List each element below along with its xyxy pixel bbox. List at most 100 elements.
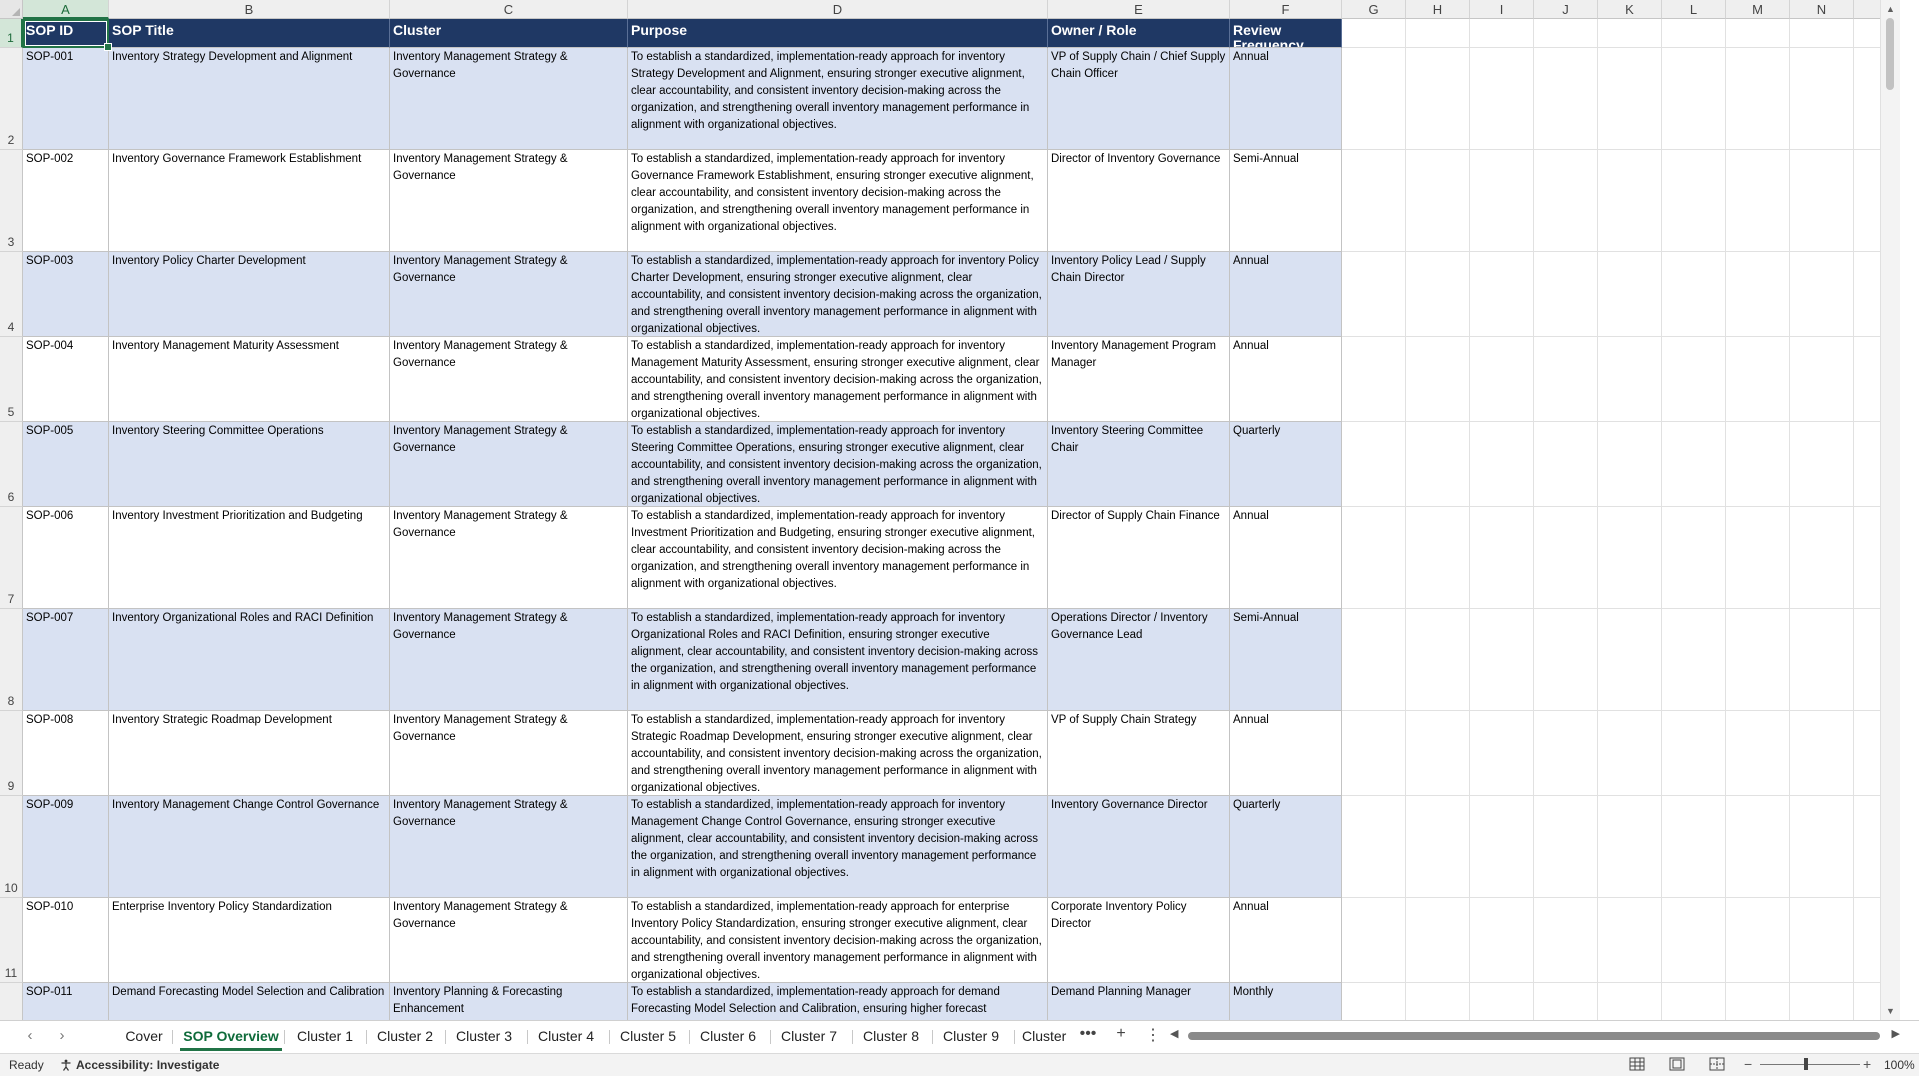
column-header-c[interactable]: C xyxy=(390,0,628,19)
column-header-h[interactable]: H xyxy=(1406,0,1470,19)
empty-cell[interactable] xyxy=(1662,48,1726,150)
empty-cell[interactable] xyxy=(1790,150,1854,252)
empty-cell[interactable] xyxy=(1534,48,1598,150)
table-cell-sop-id[interactable]: SOP-008 xyxy=(23,711,109,796)
empty-cell[interactable] xyxy=(1406,711,1470,796)
sheet-tab-cluster-3[interactable]: Cluster 3 xyxy=(453,1021,515,1051)
empty-cell[interactable] xyxy=(1470,507,1534,609)
empty-cell[interactable] xyxy=(1470,711,1534,796)
accessibility-status[interactable]: Accessibility: Investigate xyxy=(60,1058,219,1072)
row-header-6[interactable]: 6 xyxy=(0,422,23,507)
table-cell-frequency[interactable]: Semi-Annual xyxy=(1230,150,1342,252)
table-cell-title[interactable]: Inventory Strategy Development and Align… xyxy=(109,48,390,150)
column-header-g[interactable]: G xyxy=(1342,0,1406,19)
empty-cell[interactable] xyxy=(1406,507,1470,609)
empty-cell[interactable] xyxy=(1662,796,1726,898)
empty-cell[interactable] xyxy=(1470,337,1534,422)
table-cell-owner[interactable]: VP of Supply Chain Strategy xyxy=(1048,711,1230,796)
empty-cell[interactable] xyxy=(1342,19,1406,48)
empty-cell[interactable] xyxy=(1598,337,1662,422)
table-cell-sop-id[interactable]: SOP-007 xyxy=(23,609,109,711)
empty-cell[interactable] xyxy=(1726,48,1790,150)
chevron-left-icon[interactable]: ‹ xyxy=(18,1027,42,1044)
table-cell-frequency[interactable]: Semi-Annual xyxy=(1230,609,1342,711)
chevron-right-icon[interactable]: › xyxy=(50,1027,74,1044)
empty-cell[interactable] xyxy=(1534,252,1598,337)
table-cell-purpose[interactable]: To establish a standardized, implementat… xyxy=(628,711,1048,796)
empty-cell[interactable] xyxy=(1598,150,1662,252)
empty-cell[interactable] xyxy=(1726,150,1790,252)
empty-cell[interactable] xyxy=(1342,507,1406,609)
table-cell-owner[interactable]: Inventory Policy Lead / Supply Chain Dir… xyxy=(1048,252,1230,337)
scroll-up-icon[interactable]: ▲ xyxy=(1886,4,1895,14)
table-cell-sop-id[interactable]: SOP-001 xyxy=(23,48,109,150)
empty-cell[interactable] xyxy=(1598,609,1662,711)
empty-cell[interactable] xyxy=(1790,507,1854,609)
table-cell-title[interactable]: Demand Forecasting Model Selection and C… xyxy=(109,983,390,1020)
empty-cell[interactable] xyxy=(1790,898,1854,983)
spreadsheet-grid[interactable]: ABCDEFGHIJKLMNO 123456789101112 SOP IDSO… xyxy=(0,0,1900,1020)
table-cell-cluster[interactable]: Inventory Management Strategy & Governan… xyxy=(390,796,628,898)
empty-cell[interactable] xyxy=(1470,983,1534,1020)
header-cell[interactable]: SOP ID xyxy=(23,19,109,48)
empty-cell[interactable] xyxy=(1342,983,1406,1020)
empty-cell[interactable] xyxy=(1790,711,1854,796)
table-cell-cluster[interactable]: Inventory Management Strategy & Governan… xyxy=(390,711,628,796)
table-cell-cluster[interactable]: Inventory Management Strategy & Governan… xyxy=(390,48,628,150)
sheet-tab-cluster-1[interactable]: Cluster 1 xyxy=(292,1021,358,1051)
row-header-10[interactable]: 10 xyxy=(0,796,23,898)
sheet-tab-cluster-4[interactable]: Cluster 4 xyxy=(535,1021,597,1051)
table-cell-sop-id[interactable]: SOP-009 xyxy=(23,796,109,898)
row-header-9[interactable]: 9 xyxy=(0,711,23,796)
empty-cell[interactable] xyxy=(1726,252,1790,337)
sheet-tab-cluster-2[interactable]: Cluster 2 xyxy=(374,1021,436,1051)
table-cell-owner[interactable]: Inventory Steering Committee Chair xyxy=(1048,422,1230,507)
empty-cell[interactable] xyxy=(1342,252,1406,337)
zoom-slider-thumb[interactable] xyxy=(1804,1058,1808,1070)
table-cell-sop-id[interactable]: SOP-005 xyxy=(23,422,109,507)
row-header-3[interactable]: 3 xyxy=(0,150,23,252)
vertical-scroll-thumb[interactable] xyxy=(1886,18,1894,90)
empty-cell[interactable] xyxy=(1790,609,1854,711)
add-sheet-button[interactable]: + xyxy=(1109,1025,1133,1043)
column-header-i[interactable]: I xyxy=(1470,0,1534,19)
table-cell-frequency[interactable]: Quarterly xyxy=(1230,796,1342,898)
table-cell-owner[interactable]: Inventory Management Program Manager xyxy=(1048,337,1230,422)
table-cell-cluster[interactable]: Inventory Management Strategy & Governan… xyxy=(390,252,628,337)
empty-cell[interactable] xyxy=(1726,983,1790,1020)
empty-cell[interactable] xyxy=(1598,796,1662,898)
empty-cell[interactable] xyxy=(1342,609,1406,711)
normal-view-icon[interactable] xyxy=(1629,1057,1645,1071)
scroll-left-icon[interactable]: ◀ xyxy=(1170,1027,1178,1040)
empty-cell[interactable] xyxy=(1598,711,1662,796)
empty-cell[interactable] xyxy=(1726,337,1790,422)
table-cell-owner[interactable]: VP of Supply Chain / Chief Supply Chain … xyxy=(1048,48,1230,150)
empty-cell[interactable] xyxy=(1534,507,1598,609)
empty-cell[interactable] xyxy=(1534,19,1598,48)
sheet-tab-cluster-10[interactable]: Cluster 10 xyxy=(1022,1021,1070,1051)
empty-cell[interactable] xyxy=(1406,252,1470,337)
table-cell-purpose[interactable]: To establish a standardized, implementat… xyxy=(628,796,1048,898)
empty-cell[interactable] xyxy=(1342,337,1406,422)
empty-cell[interactable] xyxy=(1534,983,1598,1020)
page-break-view-icon[interactable] xyxy=(1709,1057,1725,1071)
table-cell-purpose[interactable]: To establish a standardized, implementat… xyxy=(628,422,1048,507)
table-cell-frequency[interactable]: Monthly xyxy=(1230,983,1342,1020)
table-cell-cluster[interactable]: Inventory Management Strategy & Governan… xyxy=(390,150,628,252)
table-cell-sop-id[interactable]: SOP-003 xyxy=(23,252,109,337)
empty-cell[interactable] xyxy=(1534,337,1598,422)
zoom-in-button[interactable]: + xyxy=(1863,1056,1871,1072)
header-cell[interactable]: Purpose xyxy=(628,19,1048,48)
empty-cell[interactable] xyxy=(1726,609,1790,711)
empty-cell[interactable] xyxy=(1662,898,1726,983)
empty-cell[interactable] xyxy=(1598,19,1662,48)
empty-cell[interactable] xyxy=(1790,48,1854,150)
table-cell-cluster[interactable]: Inventory Management Strategy & Governan… xyxy=(390,422,628,507)
more-tabs-icon[interactable]: ••• xyxy=(1076,1025,1100,1043)
empty-cell[interactable] xyxy=(1598,983,1662,1020)
scroll-right-icon[interactable]: ▶ xyxy=(1892,1027,1900,1040)
fill-handle[interactable] xyxy=(104,43,112,51)
empty-cell[interactable] xyxy=(1726,796,1790,898)
table-cell-owner[interactable]: Director of Supply Chain Finance xyxy=(1048,507,1230,609)
sheet-tab-cluster-7[interactable]: Cluster 7 xyxy=(778,1021,840,1051)
